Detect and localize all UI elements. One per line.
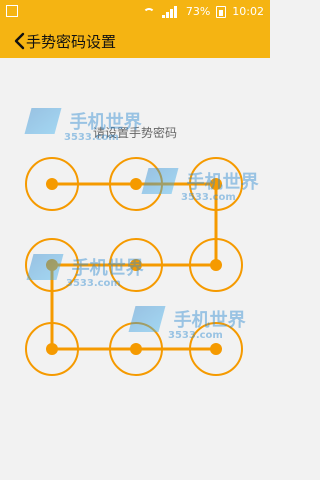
- page-title: 手势密码设置: [26, 33, 117, 51]
- watermark-logo-icon: [24, 108, 62, 134]
- watermark-en: 3533.com: [168, 330, 223, 341]
- status-bar: 73% 10:02: [0, 0, 270, 24]
- chevron-left-icon: [14, 32, 25, 50]
- signal-icon: [161, 6, 180, 18]
- app-toolbar: 手势密码设置: [0, 24, 270, 58]
- watermark-en: 3533.com: [66, 278, 121, 289]
- watermark-cn: 手机世界: [173, 310, 246, 331]
- watermark: 手机世界 3533.com: [128, 306, 246, 341]
- watermark-en: 3533.com: [64, 132, 119, 143]
- watermark: 手机世界 3533.com: [141, 168, 259, 203]
- status-icons: 73% 10:02: [142, 5, 264, 19]
- clock: 10:02: [232, 5, 264, 18]
- watermark-cn: 手机世界: [69, 112, 142, 133]
- screenshot-icon: [6, 5, 18, 17]
- wifi-icon: [142, 6, 156, 18]
- watermark: 手机世界 3533.com: [26, 254, 144, 289]
- watermark-logo-icon: [141, 168, 179, 194]
- watermark-logo-icon: [26, 254, 64, 280]
- watermark-en: 3533.com: [181, 192, 236, 203]
- watermark: 手机世界 3533.com: [24, 108, 142, 143]
- watermark-logo-icon: [128, 306, 166, 332]
- watermark-cn: 手机世界: [186, 172, 259, 193]
- pattern-setup-area: 请设置手势密码 手机世界 3533.com 手机世界 3533.com 手机世界…: [0, 58, 270, 480]
- watermark-cn: 手机世界: [71, 258, 144, 279]
- battery-percent: 73%: [185, 5, 211, 18]
- battery-icon: [216, 6, 227, 18]
